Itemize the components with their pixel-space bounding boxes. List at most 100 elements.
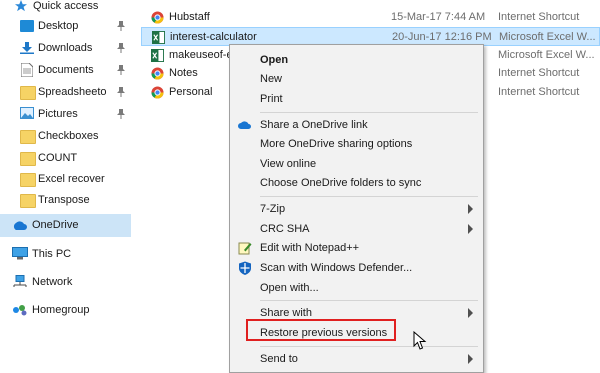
pin-icon[interactable] [117,21,125,31]
pictures-icon [20,107,34,119]
computer-icon [12,247,28,260]
mouse-cursor-icon [413,331,427,350]
nav-label: Homegroup [32,304,90,316]
menu-item-label: New [260,73,283,85]
menu-item-label: Choose OneDrive folders to sync [260,177,422,189]
documents-icon [21,63,33,77]
submenu-arrow-icon [468,224,473,234]
nav-item-count[interactable]: COUNT [0,147,131,169]
desktop-icon [20,20,34,32]
menu-item-label: 7-Zip [260,203,286,215]
pin-icon[interactable] [117,109,125,119]
menu-item-label: Print [260,93,283,105]
file-type: Internet Shortcut [498,67,580,79]
file-name: Notes [169,67,198,79]
nav-label: Transpose [38,194,90,206]
menu-item-7zip[interactable]: 7-Zip [230,199,483,219]
nav-label: Checkboxes [38,130,99,142]
folder-icon [20,152,36,166]
nav-label: Documents [38,64,94,76]
menu-separator [260,196,478,197]
file-type: Microsoft Excel W... [498,49,595,61]
download-icon [20,42,34,54]
nav-label: Downloads [38,42,93,54]
navigation-pane: Quick access Desktop Downloads Documents… [0,0,131,371]
menu-item-label: View online [260,158,317,170]
nav-item-documents[interactable]: Documents [0,59,131,81]
nav-label: Pictures [38,108,78,120]
folder-icon [20,130,36,144]
nav-item-excel-recover[interactable]: Excel recover [0,168,131,190]
folder-icon [20,173,36,187]
cloud-icon [13,221,27,230]
menu-separator [260,346,478,347]
chrome-icon [151,86,164,99]
menu-item-choose-onedrive-folders[interactable]: Choose OneDrive folders to sync [230,173,483,193]
menu-separator [260,112,478,113]
onedrive-icon [238,121,251,129]
nav-item-checkboxes[interactable]: Checkboxes [0,125,131,147]
pin-icon[interactable] [117,87,125,97]
nav-label: Excel recover [38,173,105,185]
highlight-annotation-box [246,319,396,341]
menu-item-open[interactable]: Open [230,50,483,70]
pin-icon[interactable] [117,65,125,75]
excel-icon [152,31,165,44]
notepadpp-icon [238,242,252,255]
nav-label: Network [32,276,73,288]
submenu-arrow-icon [468,204,473,214]
nav-item-onedrive[interactable]: OneDrive [0,214,131,237]
menu-item-share-onedrive-link[interactable]: Share a OneDrive link [230,115,483,135]
nav-item-downloads[interactable]: Downloads [0,37,131,59]
file-type: Internet Shortcut [498,86,580,98]
pin-icon[interactable] [117,43,125,53]
menu-item-print[interactable]: Print [230,89,483,109]
star-icon [15,0,27,12]
chrome-icon [151,11,164,24]
menu-item-label: More OneDrive sharing options [260,138,413,150]
network-icon [13,275,27,287]
file-date: 15-Mar-17 7:44 AM [391,11,486,23]
excel-icon [151,49,164,62]
folder-icon [20,86,36,100]
menu-item-new[interactable]: New [230,69,483,89]
menu-item-view-online[interactable]: View online [230,154,483,174]
file-name: makeuseof-e [169,49,233,61]
menu-item-label: Open [260,54,289,66]
nav-item-desktop[interactable]: Desktop [0,15,131,37]
nav-item-pictures[interactable]: Pictures [0,103,131,125]
file-name: interest-calculator [170,31,257,43]
menu-item-open-with[interactable]: Open with... [230,278,483,298]
menu-item-edit-notepadpp[interactable]: Edit with Notepad++ [230,238,483,258]
nav-label: COUNT [38,152,78,164]
file-row-hubstaff[interactable]: Hubstaff 15-Mar-17 7:44 AM Internet Shor… [141,8,600,27]
file-date: 20-Jun-17 12:16 PM [392,31,492,43]
chrome-icon [151,67,164,80]
homegroup-icon [13,305,27,316]
menu-item-label: Share a OneDrive link [260,119,368,131]
menu-item-label: Send to [260,353,298,365]
nav-item-spreadsheeto[interactable]: Spreadsheeto [0,81,131,103]
menu-item-label: Scan with Windows Defender... [260,262,413,274]
submenu-arrow-icon [468,308,473,318]
submenu-arrow-icon [468,354,473,364]
nav-label: This PC [32,248,72,260]
nav-item-transpose[interactable]: Transpose [0,189,131,211]
menu-item-label: Share with [260,307,312,319]
nav-item-this-pc[interactable]: This PC [0,243,131,265]
windows-defender-icon [239,261,251,275]
menu-item-crc-sha[interactable]: CRC SHA [230,219,483,239]
menu-item-label: Edit with Notepad++ [260,242,360,254]
menu-item-label: CRC SHA [260,223,310,235]
nav-item-network[interactable]: Network [0,271,131,293]
file-name: Hubstaff [169,11,210,23]
nav-label: Spreadsheeto [38,86,107,98]
menu-item-scan-defender[interactable]: Scan with Windows Defender... [230,258,483,278]
menu-item-more-onedrive-sharing[interactable]: More OneDrive sharing options [230,134,483,154]
nav-item-homegroup[interactable]: Homegroup [0,299,131,321]
menu-item-send-to[interactable]: Send to [230,349,483,369]
nav-label: Desktop [38,20,79,32]
nav-label: OneDrive [32,219,79,231]
menu-item-label: Open with... [260,282,319,294]
folder-icon [20,194,36,208]
